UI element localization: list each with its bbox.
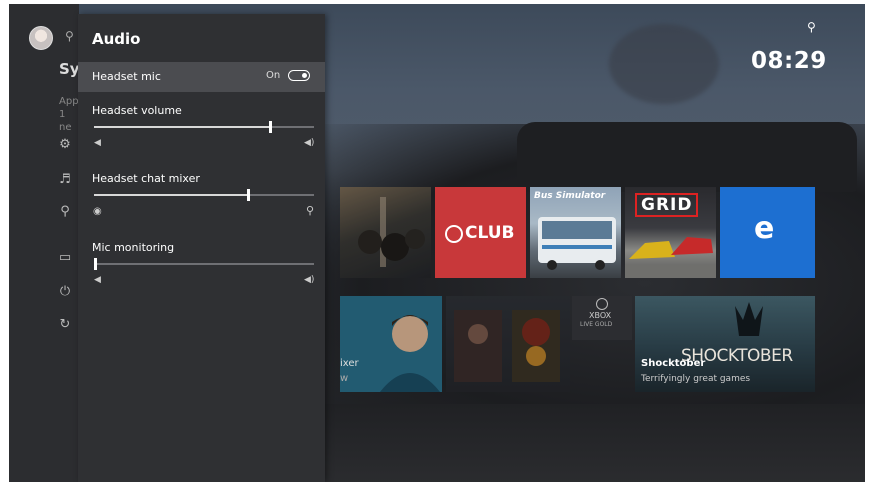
edge-icon: e: [754, 211, 775, 246]
gold-line-1: XBOX: [589, 311, 612, 320]
volume-high-icon: ◀): [304, 138, 315, 148]
power-icon[interactable]: ⏻: [57, 284, 73, 299]
console-screen: ⚲ 08:29 CLUB Bus Simulator GRID e ixer w…: [9, 4, 865, 482]
club-icon: [445, 225, 463, 243]
club-label: CLUB: [465, 223, 515, 243]
avatar[interactable]: [29, 26, 53, 50]
headset-volume-thumb[interactable]: [269, 121, 272, 133]
sidebar-apps-line-1: App: [59, 96, 79, 107]
bus-art: [538, 217, 616, 270]
sidebar-apps-partial: App 1 ne: [59, 95, 79, 134]
gold-line-2: LIVE GOLD: [580, 321, 613, 328]
clock-time: 08:29: [751, 48, 827, 74]
restart-icon[interactable]: ↻: [57, 317, 73, 332]
volume-icon[interactable]: ♬: [57, 172, 73, 187]
mic-monitoring-thumb[interactable]: [94, 258, 97, 270]
headset-mic-label: Headset mic: [92, 70, 161, 83]
background-car-roof: [517, 122, 857, 192]
grid-cars-art: [625, 237, 716, 278]
xbox-logo-icon: [596, 298, 608, 310]
background-cloud: [609, 24, 719, 104]
tile-mixer[interactable]: ixer w: [340, 296, 442, 392]
sidebar-title-partial: Sy: [59, 60, 80, 78]
tile-movies[interactable]: [446, 296, 570, 392]
headset-mic-toggle[interactable]: [288, 70, 310, 81]
headset-volume-slider[interactable]: [94, 121, 314, 133]
volume-low-icon: ◀: [94, 138, 101, 148]
tile-club[interactable]: CLUB: [435, 187, 526, 278]
tile-shocktober[interactable]: SHOCKTOBER Shocktober Terrifyingly great…: [635, 296, 815, 392]
sidebar-apps-line-2: 1 ne: [59, 109, 72, 133]
chat-mixer-label: Headset chat mixer: [92, 172, 200, 185]
audio-panel: Audio Headset mic On Headset volume ◀ ◀)…: [78, 14, 325, 482]
mic-monitoring-slider[interactable]: [94, 258, 314, 270]
tile-edge[interactable]: e: [720, 187, 815, 278]
shocktober-subtitle: Terrifyingly great games: [641, 374, 751, 384]
mic-status-icon: ⚲: [807, 20, 816, 34]
chat-mixer-slider[interactable]: [94, 189, 314, 201]
settings-icon[interactable]: ⚙: [57, 137, 73, 152]
mixer-partial-1: ixer: [340, 358, 359, 369]
tile-bus-simulator[interactable]: Bus Simulator: [530, 187, 621, 278]
monitor-high-icon: ◀): [304, 275, 315, 285]
headset-mic-row[interactable]: Headset mic On: [78, 62, 325, 92]
headset-volume-fill: [94, 126, 270, 128]
mic-monitoring-label: Mic monitoring: [92, 241, 175, 254]
headset-mic-state: On: [266, 70, 281, 81]
panel-title: Audio: [92, 30, 141, 48]
tile-division-2[interactable]: [340, 187, 431, 278]
lightbulb-icon[interactable]: ⚲: [57, 204, 73, 219]
person-chat-icon: ⚲: [306, 204, 315, 217]
guide-sidebar: ⚲ Sy App 1 ne ⚙ ♬ ⚲ ▭ ⏻ ↻: [9, 4, 80, 482]
toggle-knob: [302, 72, 307, 78]
people-icon[interactable]: ⚲: [65, 29, 74, 43]
tile-xbox-live-gold[interactable]: XBOX LIVE GOLD: [572, 296, 632, 340]
mixer-partial-2: w: [340, 373, 349, 384]
shocktober-title: Shocktober: [641, 358, 706, 369]
chat-mixer-fill: [94, 194, 248, 196]
monitor-low-icon: ◀: [94, 275, 101, 285]
tv-icon[interactable]: ▭: [57, 250, 73, 265]
headset-volume-label: Headset volume: [92, 104, 182, 117]
game-controller-icon: ◉: [93, 206, 102, 217]
tile-grid[interactable]: GRID: [625, 187, 716, 278]
chat-mixer-thumb[interactable]: [247, 189, 250, 201]
